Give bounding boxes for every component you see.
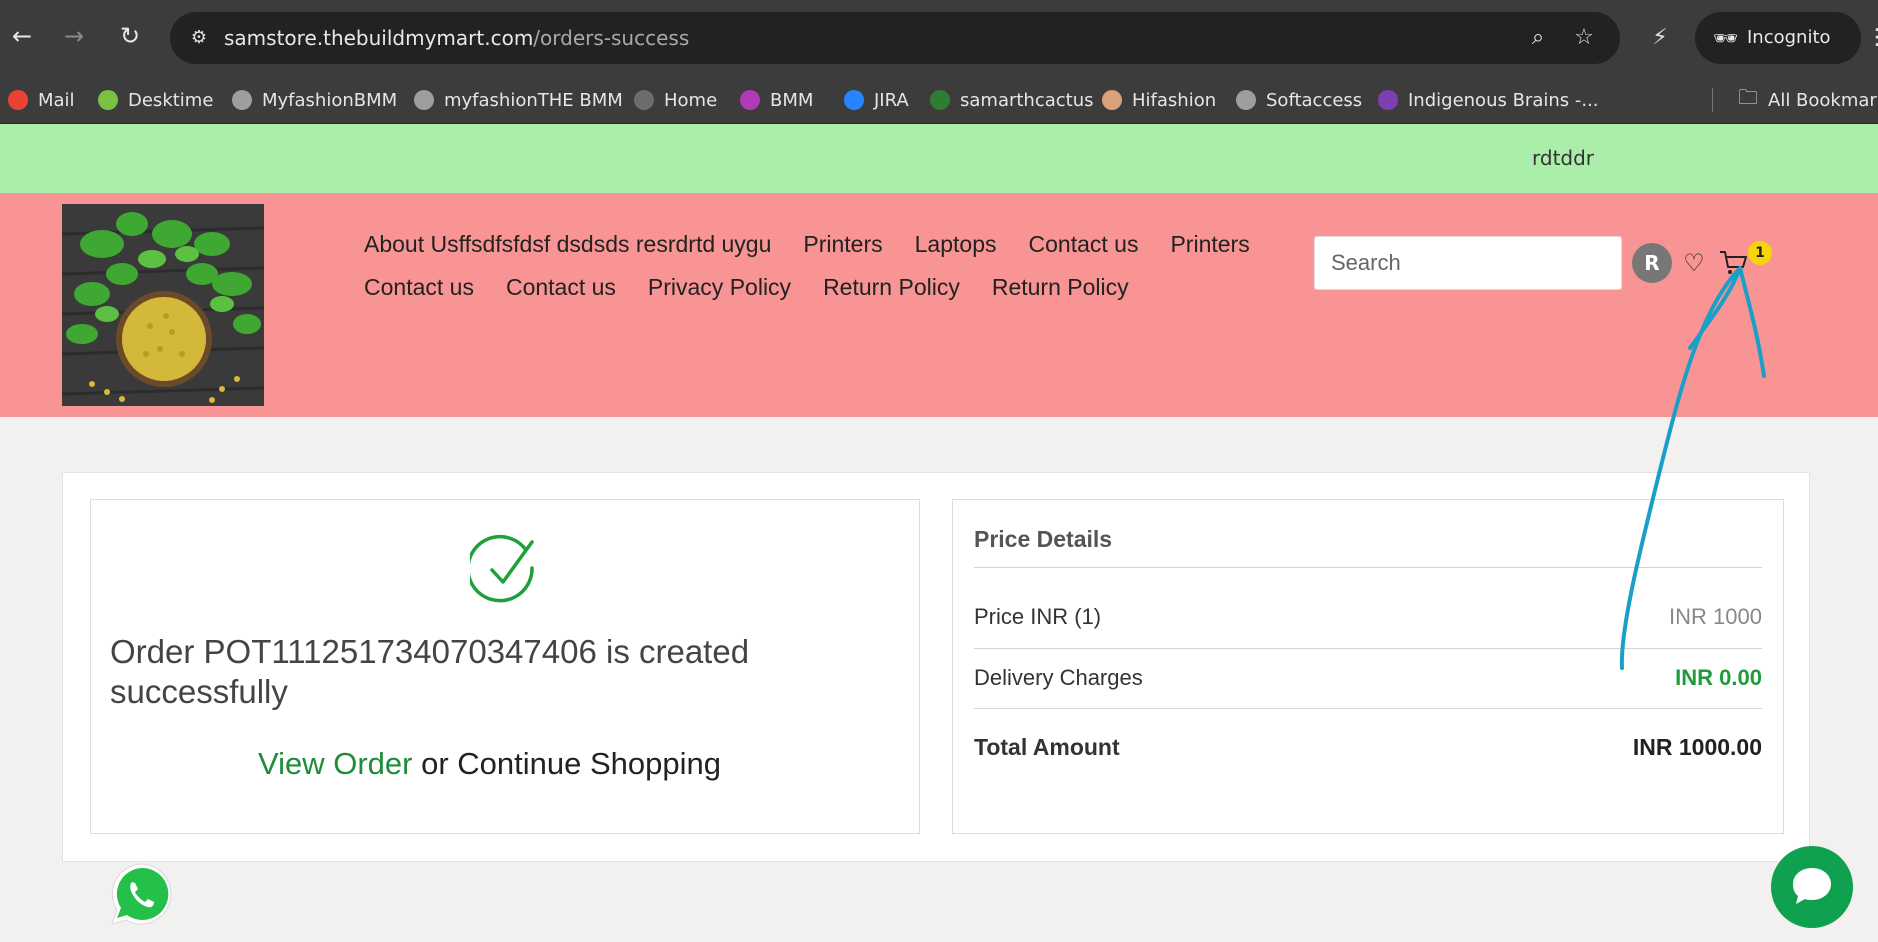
nav-row-2: Contact us Contact us Privacy Policy Return… [364,266,1304,309]
incognito-label: Incognito [1747,27,1831,48]
chat-widget-button[interactable] [1771,846,1853,928]
bookmark-favicon-icon [1102,90,1122,110]
bookmark-favicon-icon [740,90,760,110]
view-order-link[interactable]: View Order [258,746,413,781]
forward-icon[interactable]: → [60,22,88,50]
bookmark-favicon-icon [844,90,864,110]
incognito-icon: 🕶 [1713,26,1739,50]
main-nav: About Usffsdfsfdsf dsdsds resrdrtd uygu P… [364,223,1304,309]
bookmark-label: Desktime [128,89,214,111]
all-bookmarks-label: All Bookmarks [1768,89,1878,111]
bookmark-label: JIRA [874,89,909,111]
total-amount-label: Total Amount [974,734,1120,760]
zoom-icon[interactable]: ⌕ [1524,25,1552,51]
bookmark-favicon-icon [1378,90,1398,110]
delivery-charges-label: Delivery Charges [974,665,1143,690]
site-header: About Usffsdfsfdsf dsdsds resrdrtd uygu P… [0,193,1878,417]
bookmark-favicon-icon [1236,90,1256,110]
address-bar[interactable]: ⚙ samstore.thebuildmymart.com/orders-suc… [170,12,1620,64]
all-bookmarks[interactable]: 🗀 All Bookmarks [1738,76,1878,124]
total-amount-value: INR 1000.00 [1632,734,1762,760]
nav-row-1: About Usffsdfsfdsf dsdsds resrdrtd uygu P… [364,223,1304,266]
search-input[interactable] [1314,236,1622,290]
site-info-icon[interactable]: ⚙ [186,25,212,51]
bookmark-favicon-icon [930,90,950,110]
bookmark-item[interactable]: Home [634,76,717,124]
site-logo[interactable] [62,204,264,406]
bookmark-item[interactable]: JIRA [844,76,909,124]
reload-icon[interactable]: ↻ [116,22,144,50]
nav-link[interactable]: Return Policy [823,274,960,301]
browser-toolbar: ← → ↻ ⚙ samstore.thebuildmymart.com/orde… [0,0,1878,76]
bookmark-label: BMM [770,89,814,111]
bookmark-item[interactable]: Indigenous Brains -... [1378,76,1599,124]
price-divider [974,708,1762,709]
bookmark-favicon-icon [414,90,434,110]
bookmark-label: Home [664,89,718,111]
order-actions: View Order or Continue Shopping [258,746,721,782]
annotation-arrow [1619,266,1766,670]
bookmark-favicon-icon [98,90,118,110]
bookmark-item[interactable]: Desktime [98,76,213,124]
price-details-title: Price Details [974,526,1113,552]
bookmark-item[interactable]: Hifashion [1102,76,1216,124]
bookmark-label: MyfashionBMM [262,89,398,111]
logo-image [62,204,264,406]
announcement-text: rdtddr [1532,146,1595,170]
continue-shopping-link[interactable]: Continue Shopping [457,746,721,781]
bookmark-item[interactable]: Softaccess [1236,76,1362,124]
nav-link[interactable]: Printers [1170,231,1249,258]
bookmark-favicon-icon [232,90,252,110]
nav-link[interactable]: Contact us [364,274,474,301]
bookmark-item[interactable]: myfashionTHE BMM [414,76,623,124]
incognito-indicator[interactable]: 🕶 Incognito [1695,12,1861,64]
chat-bubble-icon [1793,868,1831,904]
or-text: or [412,746,458,781]
bookmarks-divider [1712,88,1713,112]
bookmark-favicon-icon [8,90,28,110]
bookmark-item[interactable]: samarthcactus [930,76,1094,124]
success-check-icon [470,534,534,603]
nav-link[interactable]: Laptops [915,231,997,258]
bookmark-label: Indigenous Brains -... [1408,89,1599,111]
bookmark-label: Softaccess [1266,89,1363,111]
nav-link[interactable]: About Usffsdfsfdsf dsdsds resrdrtd uygu [364,231,771,258]
bookmark-item[interactable]: MyfashionBMM [232,76,397,124]
price-label: Price INR (1) [974,604,1102,629]
bookmark-label: Hifashion [1132,89,1217,111]
bookmarks-bar: Mail Desktime MyfashionBMM myfashionTHE BMM… [0,76,1878,124]
nav-link[interactable]: Return Policy [992,274,1129,301]
folder-icon: 🗀 [1738,85,1758,109]
bookmark-item[interactable]: Mail [8,76,75,124]
bookmark-label: myfashionTHE BMM [444,89,623,111]
nav-link[interactable]: Privacy Policy [648,274,791,301]
bookmark-label: Mail [38,89,75,111]
extension-icon[interactable]: ⚡ [1644,22,1676,54]
nav-link[interactable]: Contact us [1029,231,1139,258]
back-icon[interactable]: ← [8,22,36,50]
bookmark-star-icon[interactable]: ☆ [1570,25,1598,51]
nav-link[interactable]: Printers [803,231,882,258]
order-success-message: Order POT111251734070347406 is created s… [110,633,750,710]
nav-link[interactable]: Contact us [506,274,616,301]
bookmark-favicon-icon [634,90,654,110]
bookmark-item[interactable]: BMM [740,76,813,124]
whatsapp-icon[interactable] [106,858,178,930]
bookmark-label: samarthcactus [960,89,1094,111]
url-text[interactable]: samstore.thebuildmymart.com/orders-succe… [224,25,689,51]
browser-menu-icon[interactable]: ⋮ [1866,24,1878,52]
announcement-bar: rdtddr [0,124,1878,193]
